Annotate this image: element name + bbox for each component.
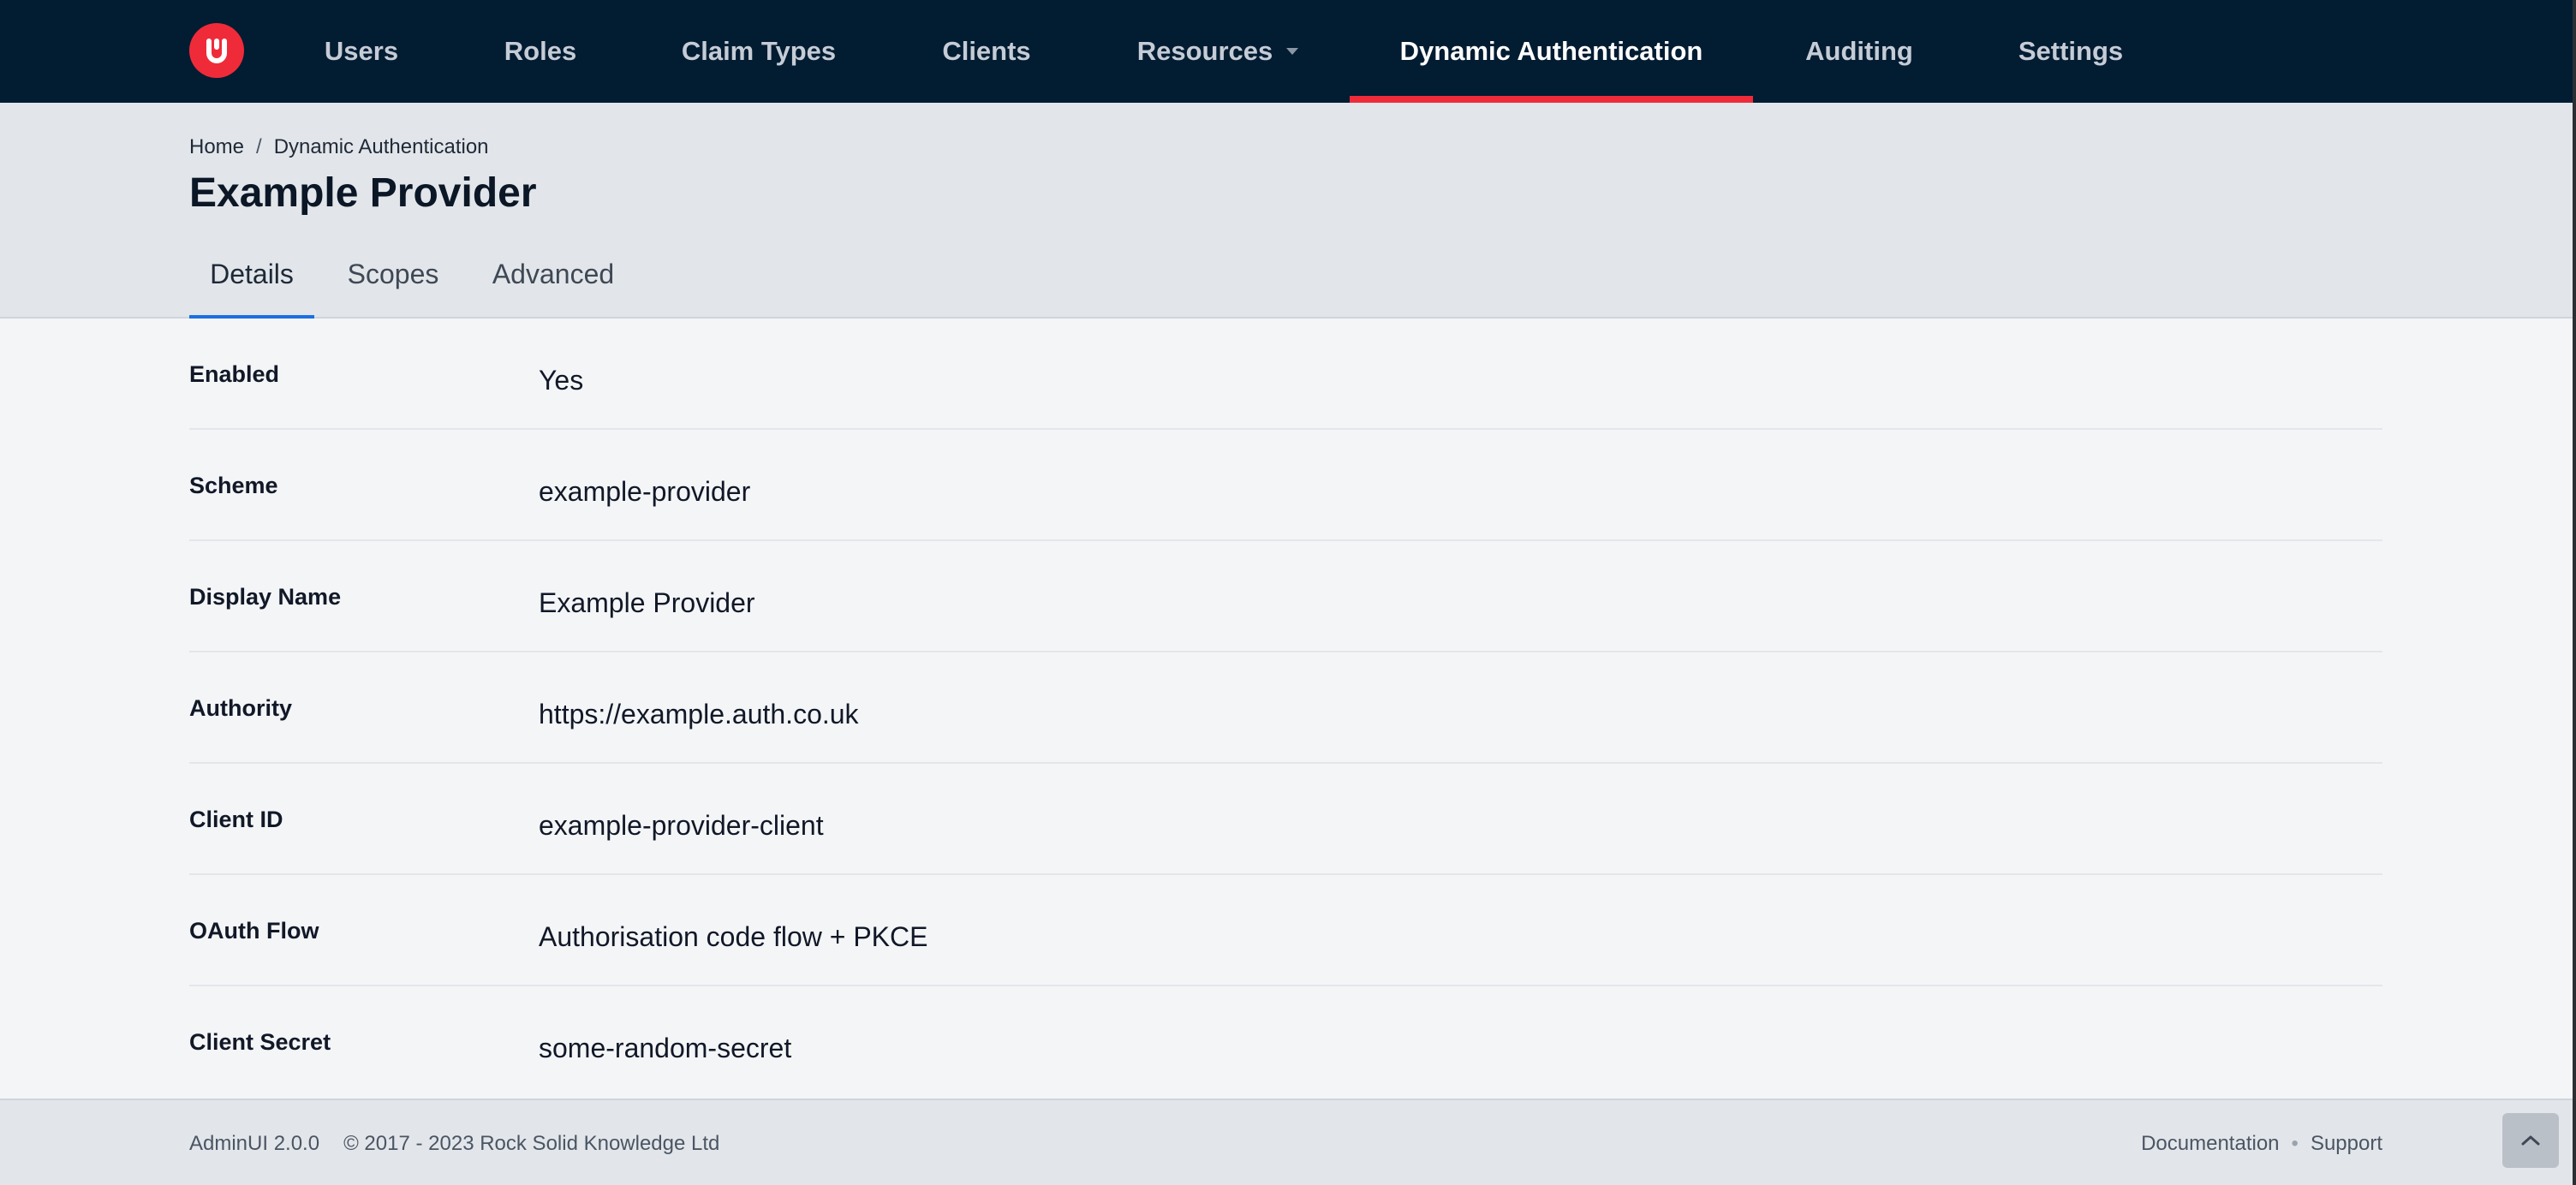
breadcrumb-current: Dynamic Authentication [273,135,489,158]
footer-info: AdminUI 2.0.0 © 2017 - 2023 Rock Solid Kn… [189,1132,719,1156]
page-header: Home / Dynamic Authentication Example Prov… [0,103,2576,319]
detail-value: Yes [539,365,584,396]
nav-item-label: Users [324,36,399,66]
page-title: Example Provider [189,170,537,216]
detail-label: Client ID [189,807,283,832]
nav-item-users[interactable]: Users [319,0,404,103]
nav-item-resources[interactable]: Resources [1132,0,1303,103]
detail-label: OAuth Flow [189,918,319,944]
copyright-text: © 2017 - 2023 Rock Solid Knowledge Ltd [343,1132,720,1155]
caret-down-icon [1286,48,1299,55]
nav-item-auditing[interactable]: Auditing [1798,0,1920,103]
app-version: AdminUI 2.0.0 [189,1132,320,1155]
detail-label: Scheme [189,473,278,498]
details-list: Enabled Yes Scheme example-provider Disp… [189,319,2382,1098]
tab-advanced[interactable]: Advanced [476,248,630,319]
nav-item-label: Claim Types [681,36,837,66]
detail-value: example-provider-client [539,810,824,841]
detail-value: https://example.auth.co.uk [539,699,859,729]
detail-value: some-random-secret [539,1033,792,1063]
nav-item-roles[interactable]: Roles [496,0,585,103]
window-edge [2573,0,2576,1185]
support-link[interactable]: Support [2311,1132,2382,1155]
detail-value: Authorisation code flow + PKCE [539,921,928,952]
detail-row-client-secret: Client Secret some-random-secret [189,986,2382,1098]
nav-item-label: Settings [2018,36,2124,66]
nav-item-label: Auditing [1805,36,1913,66]
footer-links: Documentation • Support [2141,1132,2382,1156]
tab-label: Advanced [492,259,615,289]
top-navigation: Users Roles Claim Types Clients Resource… [0,0,2576,103]
tab-label: Details [210,259,294,289]
detail-label: Client Secret [189,1029,331,1055]
footer-link-separator: • [2291,1132,2299,1155]
page-footer: AdminUI 2.0.0 © 2017 - 2023 Rock Solid Kn… [0,1099,2576,1185]
detail-row-authority: Authority https://example.auth.co.uk [189,652,2382,764]
scroll-to-top-button[interactable] [2502,1113,2559,1168]
nav-item-clients[interactable]: Clients [933,0,1040,103]
nav-item-label: Dynamic Authentication [1399,36,1703,66]
tab-scopes[interactable]: Scopes [332,248,454,319]
breadcrumb-home-link[interactable]: Home [189,135,244,158]
breadcrumb: Home / Dynamic Authentication [189,135,489,159]
detail-value: Example Provider [539,587,755,618]
detail-row-enabled: Enabled Yes [189,319,2382,430]
chevron-up-icon [2521,1135,2540,1146]
detail-label: Enabled [189,361,280,387]
detail-row-scheme: Scheme example-provider [189,430,2382,541]
detail-label: Authority [189,695,292,721]
nav-item-claim-types[interactable]: Claim Types [677,0,841,103]
detail-row-display-name: Display Name Example Provider [189,541,2382,652]
nav-item-label: Clients [942,36,1031,66]
adminui-logo-icon[interactable] [189,23,244,78]
nav-item-dynamic-authentication[interactable]: Dynamic Authentication [1350,0,1753,103]
app-window: Users Roles Claim Types Clients Resource… [0,0,2576,1185]
detail-value: example-provider [539,476,751,507]
tab-label: Scopes [347,259,439,289]
detail-row-oauth-flow: OAuth Flow Authorisation code flow + PKC… [189,875,2382,986]
documentation-link[interactable]: Documentation [2141,1132,2279,1155]
breadcrumb-separator: / [256,135,262,158]
nav-item-label: Resources [1136,36,1273,66]
detail-row-client-id: Client ID example-provider-client [189,764,2382,875]
detail-label: Display Name [189,584,342,610]
tab-details[interactable]: Details [189,248,314,319]
nav-item-label: Roles [504,36,577,66]
nav-item-settings[interactable]: Settings [2012,0,2129,103]
